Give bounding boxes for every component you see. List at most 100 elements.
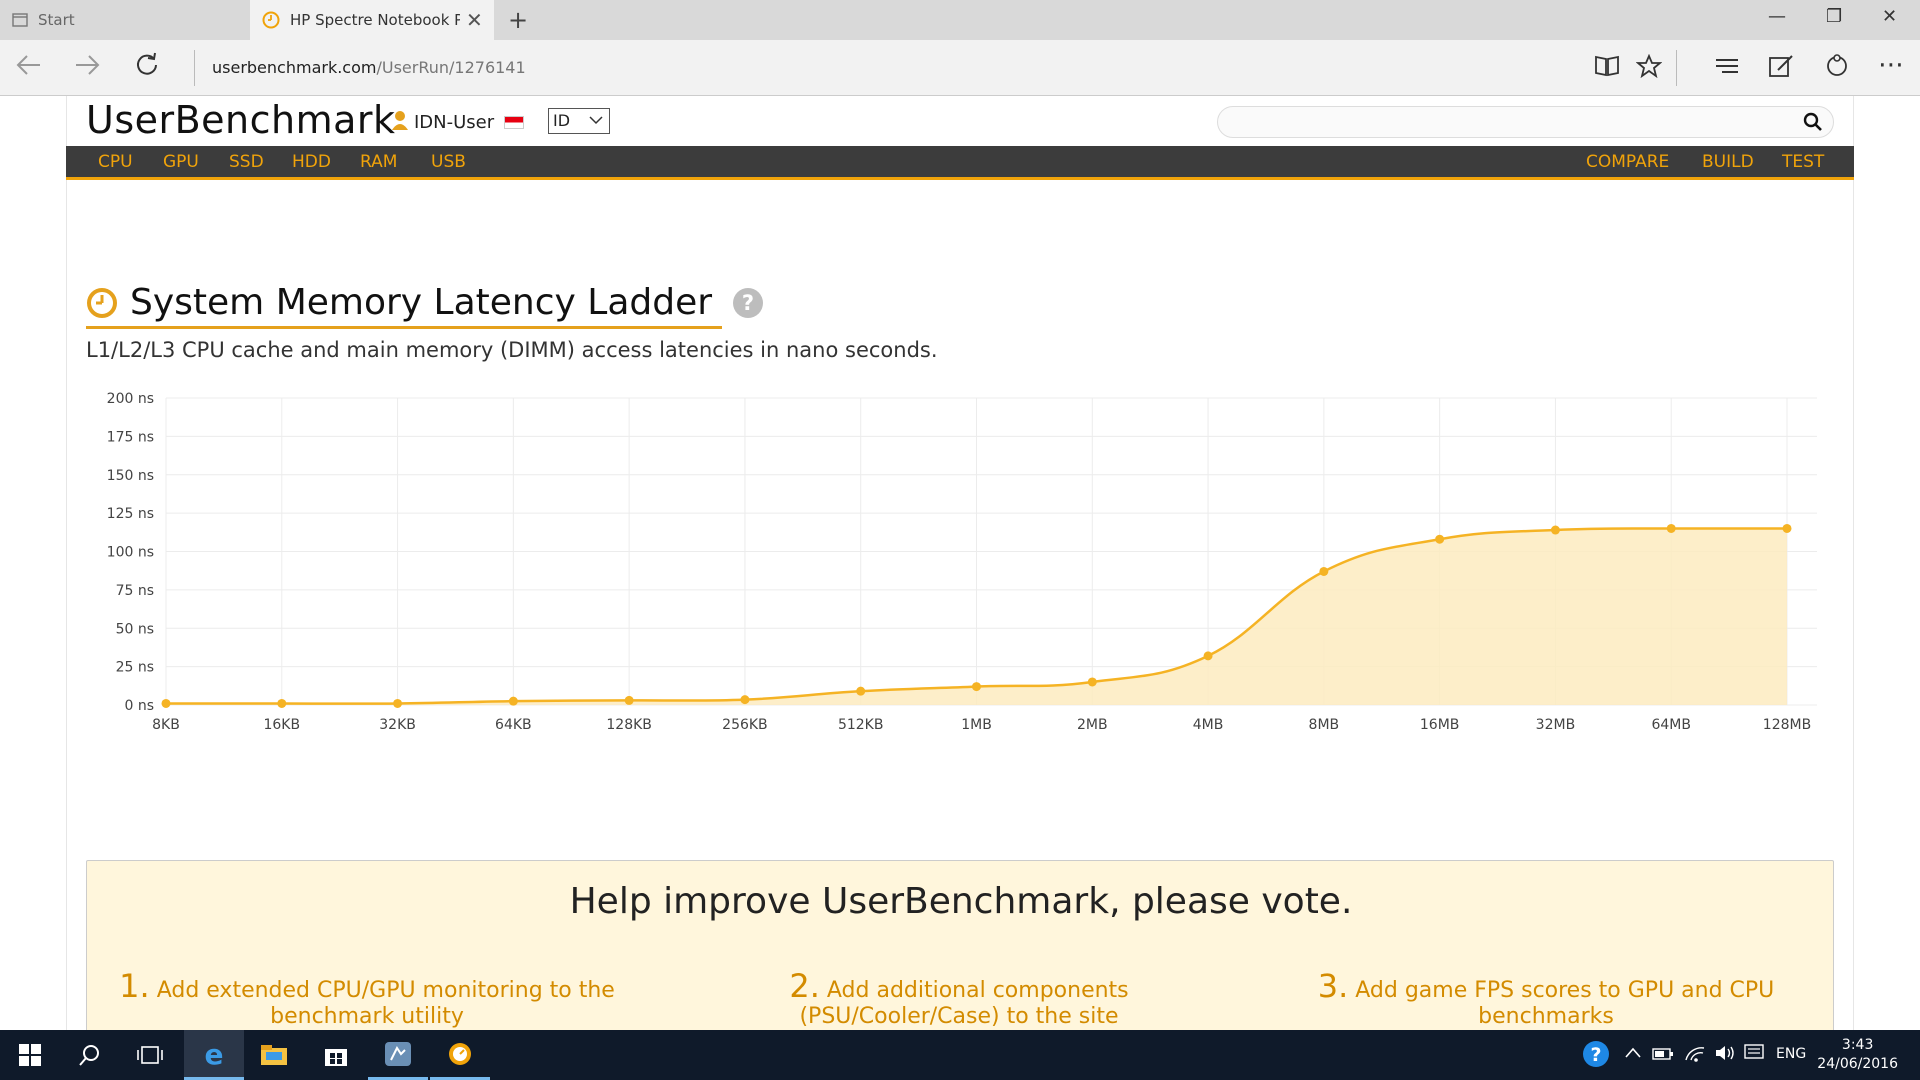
y-tick-label: 100 ns xyxy=(107,545,154,561)
minimize-icon[interactable]: — xyxy=(1768,6,1786,27)
x-tick-label: 128KB xyxy=(606,717,652,733)
more-icon[interactable]: ⋯ xyxy=(1878,50,1904,80)
restore-icon[interactable]: ❐ xyxy=(1826,6,1842,27)
user-name: IDN-User xyxy=(414,112,495,133)
x-tick-label: 2MB xyxy=(1077,717,1108,733)
task-view-icon[interactable] xyxy=(120,1030,180,1080)
input-language[interactable]: ENG xyxy=(1776,1046,1806,1062)
menu-item-compare[interactable]: COMPARE xyxy=(1586,152,1669,172)
browser-tab-bar: Start HP Spectre Notebook P ✕ + — ❐ ✕ xyxy=(0,0,1920,40)
tab-hp-spectre[interactable]: HP Spectre Notebook P ✕ xyxy=(250,0,494,40)
data-point xyxy=(508,696,518,706)
y-tick-label: 25 ns xyxy=(116,660,154,676)
menu-item-ssd[interactable]: SSD xyxy=(229,152,264,172)
menu-item-cpu[interactable]: CPU xyxy=(98,152,133,172)
language-select[interactable]: ID xyxy=(548,108,610,134)
address-bar: userbenchmark.com/UserRun/1276141 ⋯ xyxy=(0,40,1920,96)
latency-chart: 0 ns 25 ns 50 ns 75 ns 100 ns 125 ns 150 ns 175… xyxy=(107,391,1817,733)
volume-icon[interactable] xyxy=(1714,1044,1736,1066)
help-icon[interactable]: ? xyxy=(732,287,764,319)
x-tick-label: 64KB xyxy=(495,717,532,733)
menu-item-gpu[interactable]: GPU xyxy=(163,152,199,172)
web-note-icon[interactable] xyxy=(1768,54,1794,84)
data-point xyxy=(1666,523,1676,533)
y-tick-label: 125 ns xyxy=(107,506,154,522)
tab-label: Start xyxy=(38,11,75,29)
menu-item-usb[interactable]: USB xyxy=(431,152,466,172)
title-underline xyxy=(86,326,722,329)
site-logo[interactable]: UserBenchmark xyxy=(86,98,396,142)
url-field[interactable]: userbenchmark.com/UserRun/1276141 xyxy=(212,58,526,77)
userbenchmark-app-icon[interactable] xyxy=(430,1030,490,1080)
section-subtitle: L1/L2/L3 CPU cache and main memory (DIMM… xyxy=(86,338,938,362)
y-tick-label: 50 ns xyxy=(116,621,154,637)
notifications-icon[interactable] xyxy=(1744,1044,1764,1066)
app-icon[interactable] xyxy=(368,1030,428,1080)
search-icon[interactable] xyxy=(1803,112,1823,136)
tab-start[interactable]: Start xyxy=(0,0,248,40)
back-icon[interactable] xyxy=(14,50,44,87)
reading-view-icon[interactable] xyxy=(1594,54,1620,84)
vote-option-3[interactable]: 3. Add game FPS scores to GPU and CPU be… xyxy=(1271,970,1821,1030)
edge-browser-icon[interactable]: e xyxy=(184,1030,244,1080)
chevron-down-icon xyxy=(589,109,603,139)
file-explorer-icon[interactable] xyxy=(244,1030,304,1080)
share-icon[interactable] xyxy=(1824,54,1850,84)
close-window-icon[interactable]: ✕ xyxy=(1882,6,1897,27)
refresh-icon[interactable] xyxy=(132,50,162,87)
battery-icon[interactable] xyxy=(1652,1044,1674,1066)
main-menu: CPU GPU SSD HDD RAM USB COMPARE BUILD TE… xyxy=(66,146,1854,180)
indonesia-flag-icon xyxy=(504,116,525,129)
x-tick-label: 32MB xyxy=(1536,717,1576,733)
menu-item-ram[interactable]: RAM xyxy=(360,152,397,172)
clock-icon xyxy=(86,287,118,319)
data-point xyxy=(624,695,634,705)
menu-item-hdd[interactable]: HDD xyxy=(292,152,331,172)
data-point xyxy=(1087,677,1097,687)
new-tab-icon[interactable]: + xyxy=(508,6,528,34)
search-icon[interactable] xyxy=(60,1030,120,1080)
data-point xyxy=(161,698,171,708)
data-point xyxy=(972,682,981,692)
vote-option-2[interactable]: 2. Add additional components (PSU/Cooler… xyxy=(699,970,1219,1030)
x-tick-label: 16MB xyxy=(1420,717,1460,733)
x-tick-label: 1MB xyxy=(961,717,992,733)
svg-text:?: ? xyxy=(1590,1044,1601,1066)
x-tick-label: 64MB xyxy=(1651,717,1691,733)
clock-date: 24/06/2016 xyxy=(1817,1056,1898,1072)
page-icon xyxy=(12,13,28,27)
menu-item-test[interactable]: TEST xyxy=(1782,152,1824,172)
x-tick-label: 8KB xyxy=(152,717,180,733)
help-tray-icon[interactable]: ? xyxy=(1582,1040,1610,1072)
store-icon[interactable] xyxy=(306,1030,366,1080)
forward-icon[interactable] xyxy=(72,50,102,87)
y-tick-label: 0 ns xyxy=(124,698,154,714)
user-icon xyxy=(392,110,408,135)
data-point xyxy=(1782,523,1792,533)
language-value: ID xyxy=(553,111,571,130)
x-tick-label: 8MB xyxy=(1309,717,1340,733)
data-point xyxy=(1550,525,1560,535)
url-domain: userbenchmark.com xyxy=(212,58,377,77)
data-point xyxy=(856,686,866,696)
favorite-star-icon[interactable] xyxy=(1635,53,1663,84)
close-tab-icon[interactable]: ✕ xyxy=(466,8,483,32)
x-tick-label: 128MB xyxy=(1763,717,1811,733)
menu-item-build[interactable]: BUILD xyxy=(1702,152,1754,172)
system-clock[interactable]: 3:43 24/06/2016 xyxy=(1817,1036,1898,1074)
wifi-icon[interactable] xyxy=(1684,1044,1706,1066)
separator xyxy=(194,50,195,86)
chevron-up-icon[interactable] xyxy=(1624,1044,1642,1066)
user-menu[interactable]: IDN-User xyxy=(392,110,525,135)
data-point xyxy=(393,698,403,708)
vote-option-1[interactable]: 1. Add extended CPU/GPU monitoring to th… xyxy=(107,970,627,1030)
search-input[interactable] xyxy=(1217,106,1834,138)
hub-icon[interactable] xyxy=(1714,54,1740,84)
data-point xyxy=(1319,566,1329,576)
y-tick-label: 75 ns xyxy=(116,583,154,599)
data-point xyxy=(740,695,750,705)
y-tick-label: 200 ns xyxy=(107,391,154,407)
y-tick-label: 150 ns xyxy=(107,468,154,484)
start-windows-icon[interactable] xyxy=(0,1030,60,1080)
url-path: /UserRun/1276141 xyxy=(376,58,526,77)
